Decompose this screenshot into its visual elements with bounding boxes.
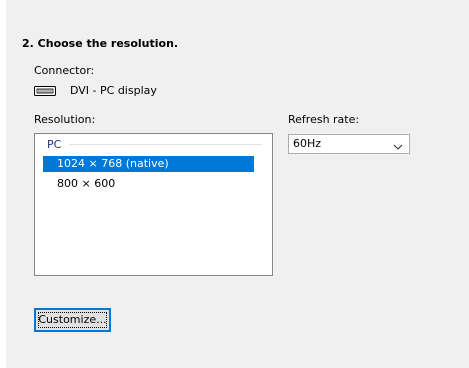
refresh-rate-label: Refresh rate: (288, 113, 360, 126)
chevron-down-icon (393, 139, 403, 150)
resolution-label: Resolution: (34, 113, 96, 126)
connector-value: DVI - PC display (70, 84, 157, 97)
connector-row: DVI - PC display (34, 84, 157, 97)
resolution-item-800x600[interactable]: 800 × 600 (43, 176, 254, 192)
group-header-divider (69, 144, 262, 145)
customize-button[interactable]: Customize... (34, 308, 111, 332)
group-header-pc: PC (47, 138, 262, 151)
resolution-list[interactable]: PC 1024 × 768 (native) 800 × 600 (34, 133, 273, 276)
refresh-rate-dropdown[interactable]: 60Hz (288, 134, 410, 154)
customize-button-label: Customize... (38, 313, 107, 326)
group-header-label: PC (47, 138, 62, 151)
left-strip (0, 0, 6, 368)
dvi-connector-icon (34, 85, 56, 96)
connector-label: Connector: (34, 64, 95, 77)
refresh-rate-value: 60Hz (293, 137, 322, 150)
section-title: 2. Choose the resolution. (22, 37, 179, 50)
resolution-item-1024x768[interactable]: 1024 × 768 (native) (43, 156, 254, 172)
